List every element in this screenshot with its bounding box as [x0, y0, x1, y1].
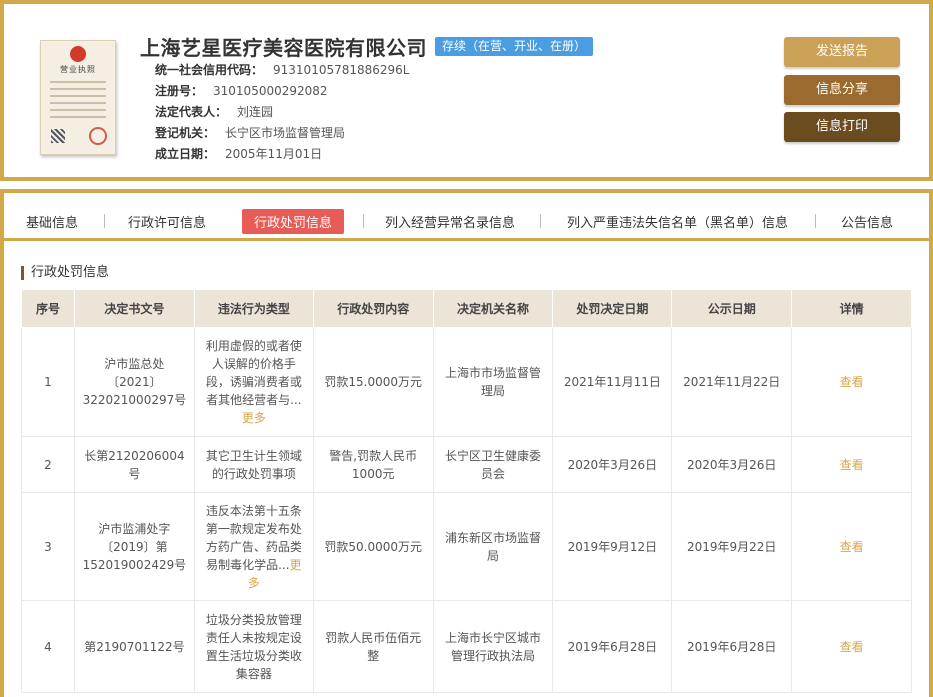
- details-cell: 查看: [791, 327, 912, 437]
- decision-doc-number: 长第2120206004号: [73, 436, 195, 493]
- table-row: 2 长第2120206004号 其它卫生计生领域的行政处罚事项 警告,罚款人民币…: [21, 436, 912, 493]
- decision-authority: 上海市市场监督管理局: [432, 327, 554, 437]
- table-row: 1 沪市监总处〔2021〕322021000297号 利用虚假的或者使人误解的价…: [21, 327, 912, 437]
- tab-admin-penalty[interactable]: 行政处罚信息: [242, 209, 345, 234]
- decision-date: 2019年9月12日: [552, 492, 673, 601]
- tab-admin-license[interactable]: 行政许可信息: [128, 212, 206, 231]
- publish-date: 2020年3月26日: [671, 436, 793, 493]
- column-header: 序号: [21, 289, 75, 328]
- tab-blacklist[interactable]: 列入严重违法失信名单（黑名单）信息: [567, 212, 788, 231]
- violation-type: 垃圾分类投放管理责任人未按规定设置生活垃圾分类收集容器: [193, 600, 314, 693]
- penalty-content: 罚款15.0000万元: [312, 327, 434, 437]
- field-label: 成立日期：: [155, 147, 216, 161]
- column-header: 详情: [791, 289, 912, 328]
- decision-doc-number: 沪市监浦处字〔2019〕第152019002429号: [73, 492, 195, 601]
- view-link[interactable]: 查看: [840, 540, 864, 554]
- row-number: 3: [21, 492, 75, 601]
- legal-rep-value: 刘连园: [237, 105, 274, 119]
- view-link[interactable]: 查看: [840, 640, 864, 654]
- decision-date: 2021年11月11日: [552, 327, 673, 437]
- penalty-content: 罚款50.0000万元: [312, 492, 434, 601]
- view-link[interactable]: 查看: [840, 458, 864, 472]
- tab-abnormal-operation[interactable]: 列入经营异常名录信息: [385, 212, 515, 231]
- table-row: 3 沪市监浦处字〔2019〕第152019002429号 违反本法第十五条第一款…: [21, 492, 912, 601]
- violation-type: 其它卫生计生领域的行政处罚事项: [193, 436, 314, 493]
- table-header-row: 序号 决定书文号 违法行为类型 行政处罚内容 决定机关名称 处罚决定日期 公示日…: [21, 289, 912, 328]
- row-number: 2: [21, 436, 75, 493]
- details-cell: 查看: [791, 436, 912, 493]
- column-header: 处罚决定日期: [552, 289, 673, 328]
- column-header: 决定书文号: [73, 289, 195, 328]
- license-text-lines: [50, 81, 106, 123]
- column-header: 行政处罚内容: [312, 289, 434, 328]
- publish-date: 2021年11月22日: [671, 327, 793, 437]
- license-title: 营业执照: [60, 65, 96, 74]
- violation-type-text: 违反本法第十五条第一款规定发布处方药广告、药品类易制毒化学品...: [205, 503, 302, 572]
- column-header: 违法行为类型: [193, 289, 314, 328]
- share-info-button[interactable]: 信息分享: [784, 75, 900, 105]
- reg-number-value: 310105000292082: [213, 84, 328, 98]
- send-report-button[interactable]: 发送报告: [784, 37, 900, 67]
- violation-type: 利用虚假的或者使人误解的价格手段，诱骗消费者或者其他经营者与... 更多: [193, 327, 314, 437]
- violation-type: 违反本法第十五条第一款规定发布处方药广告、药品类易制毒化学品...更多: [193, 492, 314, 601]
- column-header: 决定机关名称: [432, 289, 554, 328]
- row-number: 1: [21, 327, 75, 437]
- view-link[interactable]: 查看: [840, 375, 864, 389]
- tab-divider: [104, 214, 105, 228]
- field-label: 法定代表人：: [155, 105, 228, 119]
- decision-date: 2020年3月26日: [552, 436, 673, 493]
- decision-doc-number: 沪市监总处〔2021〕322021000297号: [73, 327, 195, 437]
- national-emblem-icon: [70, 46, 86, 62]
- details-cell: 查看: [791, 600, 912, 693]
- legal-rep-row: 法定代表人： 刘连园: [155, 103, 273, 120]
- tab-basic-info[interactable]: 基础信息: [26, 212, 78, 231]
- table-row: 4 第2190701122号 垃圾分类投放管理责任人未按规定设置生活垃圾分类收集…: [21, 600, 912, 693]
- tab-divider: [363, 214, 364, 228]
- tab-divider: [540, 214, 541, 228]
- section-title: 行政处罚信息: [21, 266, 109, 280]
- decision-date: 2019年6月28日: [552, 600, 673, 693]
- tab-announcements[interactable]: 公告信息: [841, 212, 893, 231]
- business-license-image: 营业执照: [40, 40, 116, 155]
- penalty-table: 序号 决定书文号 违法行为类型 行政处罚内容 决定机关名称 处罚决定日期 公示日…: [21, 289, 912, 693]
- decision-authority: 浦东新区市场监督局: [432, 492, 554, 601]
- company-name: 上海艺星医疗美容医院有限公司: [140, 36, 427, 60]
- decision-authority: 上海市长宁区城市管理行政执法局: [432, 600, 554, 693]
- more-link[interactable]: 更多: [242, 411, 266, 425]
- established-date-row: 成立日期： 2005年11月01日: [155, 145, 322, 162]
- credit-code-value: 91310105781886296L: [273, 63, 410, 77]
- tab-divider: [815, 214, 816, 228]
- field-label: 统一社会信用代码：: [155, 63, 264, 77]
- column-header: 公示日期: [671, 289, 793, 328]
- official-stamp-icon: [89, 127, 107, 145]
- publish-date: 2019年6月28日: [671, 600, 793, 693]
- penalty-content: 罚款人民币伍佰元整: [312, 600, 434, 693]
- established-date-value: 2005年11月01日: [225, 147, 323, 161]
- credit-code-row: 统一社会信用代码： 91310105781886296L: [155, 61, 410, 78]
- row-number: 4: [21, 600, 75, 693]
- field-label: 注册号：: [155, 84, 204, 98]
- print-info-button[interactable]: 信息打印: [784, 112, 900, 142]
- details-cell: 查看: [791, 492, 912, 601]
- qr-code-icon: [51, 129, 65, 143]
- reg-authority-row: 登记机关： 长宁区市场监督管理局: [155, 124, 345, 141]
- publish-date: 2019年9月22日: [671, 492, 793, 601]
- status-badge: 存续（在营、开业、在册）: [435, 37, 594, 56]
- main-content-panel: 基础信息 行政许可信息 行政处罚信息 列入经营异常名录信息 列入严重违法失信名单…: [0, 189, 933, 697]
- company-header-panel: 营业执照 上海艺星医疗美容医院有限公司 存续（在营、开业、在册） 统一社会信用代…: [0, 0, 933, 181]
- reg-authority-value: 长宁区市场监督管理局: [225, 126, 346, 140]
- info-tabs: 基础信息 行政许可信息 行政处罚信息 列入经营异常名录信息 列入严重违法失信名单…: [4, 193, 929, 241]
- reg-number-row: 注册号： 310105000292082: [155, 82, 328, 99]
- decision-doc-number: 第2190701122号: [73, 600, 195, 693]
- penalty-content: 警告,罚款人民币1000元: [312, 436, 434, 493]
- decision-authority: 长宁区卫生健康委员会: [432, 436, 554, 493]
- field-label: 登记机关：: [155, 126, 216, 140]
- violation-type-text: 利用虚假的或者使人误解的价格手段，诱骗消费者或者其他经营者与...: [205, 339, 302, 407]
